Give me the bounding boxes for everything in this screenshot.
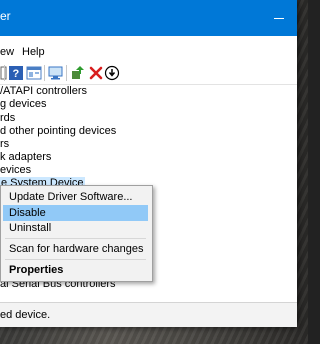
menu-item-label: Update Driver Software... (9, 191, 133, 203)
toolbar-separator (66, 65, 67, 81)
tree-item-label: evices (0, 164, 32, 176)
tree-item-label: rs (0, 138, 10, 150)
tree-item-label: /ATAPI controllers (0, 85, 88, 97)
menu-bar: ew Help (0, 46, 297, 62)
window-title: er (0, 9, 11, 23)
uninstall-menu-item[interactable]: Uninstall (3, 220, 148, 236)
tree-item[interactable]: k adapters (0, 151, 51, 164)
properties-menu-item[interactable]: Properties (3, 262, 148, 278)
menu-item-label: Disable (9, 207, 46, 219)
tree-item[interactable]: rds (0, 112, 15, 125)
title-bar[interactable]: er (0, 0, 297, 36)
disable-icon[interactable] (104, 65, 120, 81)
view-icon[interactable] (26, 65, 42, 81)
menu-help[interactable]: Help (22, 46, 45, 58)
tree-item-label: d other pointing devices (0, 125, 117, 137)
menu-view[interactable]: ew (0, 46, 14, 58)
tree-item[interactable]: g devices (0, 98, 46, 111)
toolbar-separator (44, 65, 45, 81)
tree-item-label: k adapters (0, 151, 52, 163)
toolbar-separator (4, 65, 5, 81)
status-text: ed device. (0, 309, 51, 321)
update-driver-menu-item[interactable]: Update Driver Software... (3, 189, 148, 205)
scan-hardware-menu-item[interactable]: Scan for hardware changes (3, 241, 148, 257)
tree-item-label: g devices (0, 98, 47, 110)
tree-item[interactable]: /ATAPI controllers (0, 85, 87, 98)
menu-item-label: Uninstall (9, 222, 52, 234)
context-menu: Update Driver Software... Disable Uninst… (0, 185, 153, 282)
disable-menu-item[interactable]: Disable (3, 205, 148, 221)
scan-hardware-icon[interactable] (48, 65, 64, 81)
tree-item[interactable]: d other pointing devices (0, 125, 116, 138)
menu-separator (5, 259, 146, 260)
tree-item[interactable]: rs (0, 138, 9, 151)
menu-separator (5, 238, 146, 239)
help-icon[interactable]: ? (8, 65, 24, 81)
svg-text:?: ? (13, 68, 20, 80)
minimize-button[interactable] (262, 10, 292, 26)
menu-item-label: Scan for hardware changes (9, 243, 144, 255)
tree-item-label: rds (0, 112, 16, 124)
uninstall-icon[interactable] (88, 65, 104, 81)
update-driver-icon[interactable] (70, 65, 86, 81)
tree-item[interactable]: evices (0, 164, 31, 177)
menu-item-label: Properties (9, 264, 64, 276)
toolbar: ? (0, 62, 297, 85)
status-bar: ed device. (0, 302, 297, 327)
